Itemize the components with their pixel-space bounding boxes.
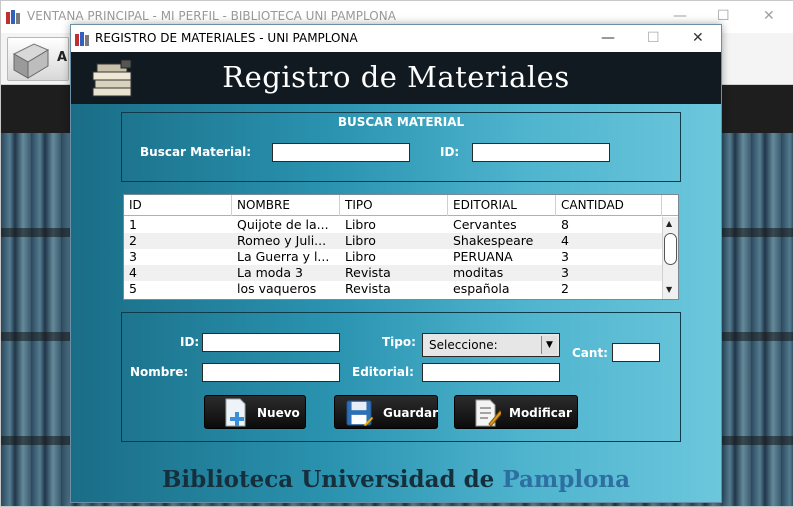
cell-cantidad: 3 <box>561 265 569 280</box>
column-header-nombre[interactable]: NOMBRE <box>232 195 340 216</box>
scroll-thumb[interactable] <box>664 233 677 265</box>
cell-cantidad: 3 <box>561 249 569 264</box>
cell-tipo: Revista <box>345 265 391 280</box>
search-heading: BUSCAR MATERIAL <box>337 115 465 129</box>
cell-editorial: moditas <box>453 265 504 280</box>
main-window-title: VENTANA PRINCIPAL - MI PERFIL - BIBLIOTE… <box>27 9 396 23</box>
cell-editorial: Cervantes <box>453 217 517 232</box>
table-row[interactable]: 1 Quijote de la... Libro Cervantes 8 <box>124 217 662 233</box>
new-document-icon <box>225 398 246 427</box>
table-row[interactable]: 2 Romeo y Juli... Libro Shakespeare 4 <box>124 233 662 249</box>
cell-nombre: La Guerra y l... <box>237 249 330 264</box>
cell-cantidad: 8 <box>561 217 569 232</box>
cell-cantidad: 4 <box>561 233 569 248</box>
tipo-dropdown[interactable]: Seleccione: ▼ <box>422 333 560 357</box>
column-header-editorial[interactable]: EDITORIAL <box>448 195 556 216</box>
chevron-down-icon[interactable]: ▼ <box>541 336 557 354</box>
form-nombre-label: Nombre: <box>130 365 189 379</box>
modificar-button-label: Modificar <box>509 406 572 420</box>
dialog-titlebar: REGISTRO DE MATERIALES - UNI PAMPLONA — … <box>71 25 721 52</box>
cell-id: 1 <box>129 217 137 232</box>
form-cant-label: Cant: <box>572 346 608 360</box>
form-id-label: ID: <box>180 335 200 349</box>
app-books-icon <box>75 32 91 46</box>
form-id-input[interactable] <box>202 333 340 352</box>
cell-tipo: Libro <box>345 233 376 248</box>
dialog-body: Registro de Materiales BUSCAR MATERIAL B… <box>71 52 721 502</box>
cell-tipo: Libro <box>345 217 376 232</box>
guardar-button-label: Guardar <box>383 406 439 420</box>
modificar-button[interactable]: Modificar <box>454 395 578 429</box>
dialog-title: REGISTRO DE MATERIALES - UNI PAMPLONA <box>95 31 358 45</box>
registro-materiales-dialog: REGISTRO DE MATERIALES - UNI PAMPLONA — … <box>70 24 722 503</box>
form-editorial-label: Editorial: <box>352 365 414 379</box>
cell-id: 4 <box>129 265 137 280</box>
minimize-icon[interactable]: — <box>601 29 615 47</box>
search-material-input[interactable] <box>272 143 410 162</box>
form-nombre-input[interactable] <box>202 363 340 382</box>
search-id-input[interactable] <box>472 143 610 162</box>
footer-title-main: Biblioteca Universidad de <box>161 466 503 493</box>
guardar-button[interactable]: Guardar <box>334 395 438 429</box>
cell-nombre: La moda 3 <box>237 265 303 280</box>
cabinet-icon <box>12 43 50 79</box>
table-scrollbar[interactable]: ▲ ▼ <box>662 217 678 299</box>
maximize-icon[interactable]: ☐ <box>717 7 730 25</box>
cell-editorial: Shakespeare <box>453 233 534 248</box>
cell-id: 5 <box>129 281 137 296</box>
column-header-id[interactable]: ID <box>124 195 232 216</box>
table-header: ID NOMBRE TIPO EDITORIAL CANTIDAD <box>124 195 662 216</box>
form-editorial-input[interactable] <box>422 363 560 382</box>
tipo-selected-value: Seleccione: <box>429 338 498 352</box>
cell-editorial: PERUANA <box>453 249 513 264</box>
table-header-filler <box>662 195 678 216</box>
cell-nombre: los vaqueros <box>237 281 317 296</box>
close-icon[interactable]: ✕ <box>692 29 704 47</box>
close-icon[interactable]: ✕ <box>763 7 775 25</box>
page-title: Registro de Materiales <box>222 60 570 94</box>
search-panel: BUSCAR MATERIAL Buscar Material: ID: <box>121 112 681 182</box>
nuevo-button[interactable]: Nuevo <box>204 395 306 429</box>
cell-cantidad: 2 <box>561 281 569 296</box>
cell-editorial: española <box>453 281 510 296</box>
floppy-save-icon <box>346 400 373 427</box>
toolbar-button-label: A <box>57 50 68 65</box>
cell-tipo: Revista <box>345 281 391 296</box>
edit-document-icon <box>475 399 501 427</box>
table-row[interactable]: 3 La Guerra y l... Libro PERUANA 3 <box>124 249 662 265</box>
minimize-icon[interactable]: — <box>673 7 687 25</box>
cell-nombre: Quijote de la... <box>237 217 329 232</box>
column-header-tipo[interactable]: TIPO <box>340 195 448 216</box>
table-row[interactable]: 5 los vaqueros Revista española 2 <box>124 281 662 297</box>
table-body: 1 Quijote de la... Libro Cervantes 8 2 R… <box>124 217 662 297</box>
app-books-icon <box>6 10 22 24</box>
form-cant-input[interactable] <box>612 343 660 362</box>
footer-title-accent: Pamplona <box>502 466 631 493</box>
header-band: Registro de Materiales <box>71 52 721 104</box>
form-tipo-label: Tipo: <box>382 335 416 349</box>
table-row[interactable]: 4 La moda 3 Revista moditas 3 <box>124 265 662 281</box>
search-id-label: ID: <box>440 145 460 159</box>
footer-title: Biblioteca Universidad de Pamplona <box>71 466 721 493</box>
cell-tipo: Libro <box>345 249 376 264</box>
cell-id: 2 <box>129 233 137 248</box>
scroll-up-icon[interactable]: ▲ <box>666 219 672 228</box>
scroll-down-icon[interactable]: ▼ <box>666 285 672 294</box>
nuevo-button-label: Nuevo <box>257 406 300 420</box>
column-header-cantidad[interactable]: CANTIDAD <box>556 195 662 216</box>
cell-nombre: Romeo y Juli... <box>237 233 327 248</box>
cell-id: 3 <box>129 249 137 264</box>
search-material-label: Buscar Material: <box>140 145 252 159</box>
materials-table[interactable]: ID NOMBRE TIPO EDITORIAL CANTIDAD 1 Quij… <box>123 194 679 300</box>
material-form-panel: ID: Nombre: Tipo: Seleccione: ▼ Editoria… <box>121 312 681 442</box>
maximize-icon[interactable]: ☐ <box>647 29 660 47</box>
